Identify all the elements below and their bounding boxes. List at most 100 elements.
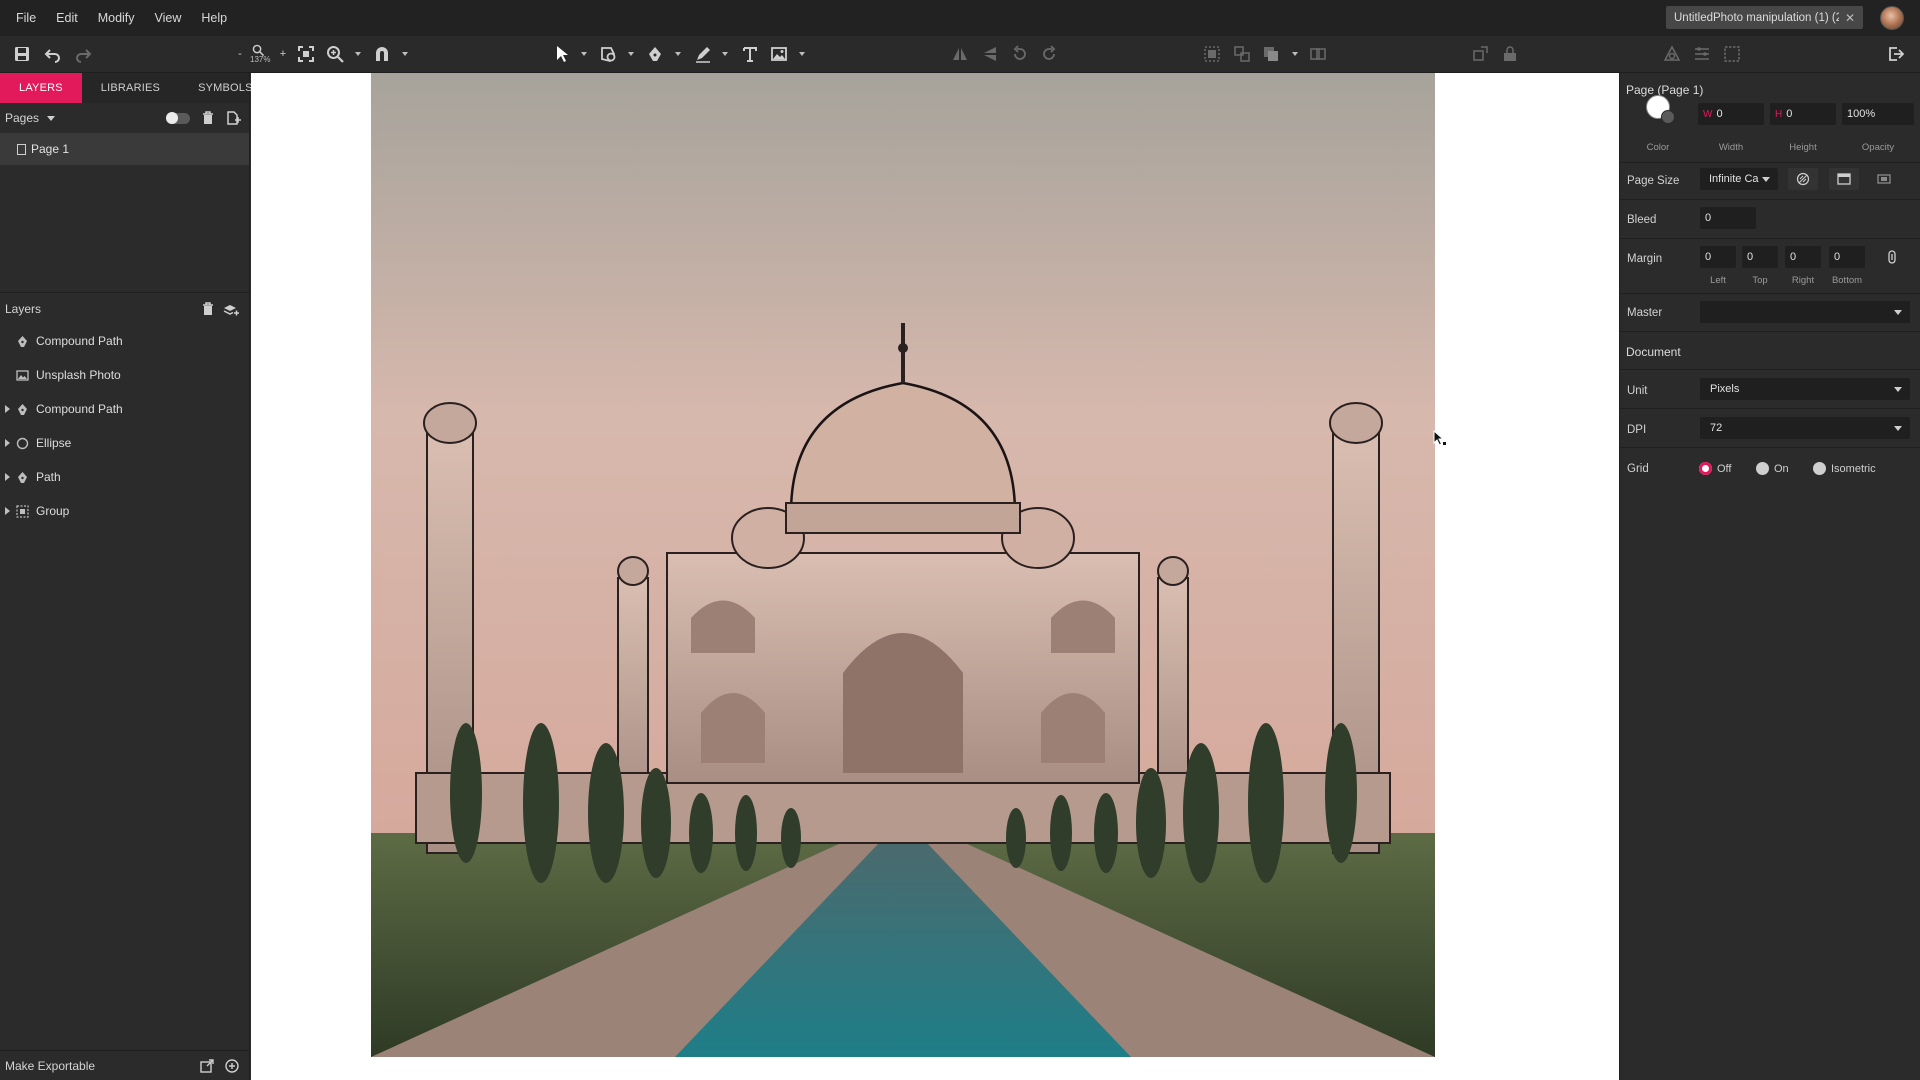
unit-select[interactable]: Pixels [1700,378,1910,400]
dpi-select[interactable]: 72 [1700,417,1910,439]
menu-view[interactable]: View [145,11,192,25]
toolbar: - + [0,36,1920,73]
pointer-tool-icon[interactable] [553,44,571,64]
redo-icon[interactable] [74,44,92,64]
opacity-field[interactable]: 100% [1842,103,1914,125]
page-icon [17,143,26,155]
layer-item-compound-path-group[interactable]: Compound Path [0,392,249,426]
pencil-tool-icon[interactable] [694,44,712,64]
group-objects-icon[interactable] [1203,44,1221,64]
make-exportable-label[interactable]: Make Exportable [5,1059,95,1073]
export-settings-icon[interactable] [199,1058,215,1074]
page-list-item[interactable]: Page 1 [0,133,249,165]
trash-icon[interactable] [200,110,216,126]
layer-item-ellipse[interactable]: Ellipse [0,426,249,460]
text-tool-icon[interactable] [741,44,759,64]
margin-top-field[interactable]: 0 [1742,246,1778,268]
rotate-left-icon[interactable] [1011,44,1029,64]
menu-file[interactable]: File [0,11,46,25]
unit-value: Pixels [1710,383,1740,395]
tab-layers[interactable]: LAYERS [0,73,82,103]
layer-item-compound-path[interactable]: Compound Path [0,324,249,358]
bleed-field[interactable]: 0 [1700,207,1756,229]
vector-effects-icon[interactable] [1663,44,1681,64]
snapping-dropdown-icon[interactable] [402,52,408,56]
canvas[interactable] [251,73,1619,1080]
portrait-button[interactable] [1829,168,1859,190]
grid-on-radio[interactable]: On [1756,462,1789,475]
boolean-icon[interactable] [1309,44,1327,64]
add-page-icon[interactable] [225,110,241,126]
grid-off-radio[interactable]: Off [1699,462,1731,475]
zoom-tool-icon[interactable] [326,44,344,64]
layout-icon[interactable] [1693,44,1711,64]
layer-item-path[interactable]: Path [0,460,249,494]
zoom-in-icon[interactable]: + [278,44,288,64]
layer-item-group[interactable]: Group [0,494,249,528]
document-tab[interactable]: UntitledPhoto manipulation (1) (2)* ✕ [1666,6,1863,29]
landscape-button[interactable] [1869,168,1899,190]
shape-tool-icon[interactable] [599,44,617,64]
master-select[interactable] [1700,301,1910,323]
pointer-dropdown-icon[interactable] [581,52,587,56]
chevron-down-icon [1894,426,1902,431]
taj-mahal-photo[interactable] [371,73,1435,1057]
add-export-icon[interactable] [224,1058,240,1074]
save-icon[interactable] [13,44,31,64]
arrange-icon[interactable] [1262,44,1280,64]
image-dropdown-icon[interactable] [799,52,805,56]
pen-dropdown-icon[interactable] [675,52,681,56]
flip-vertical-icon[interactable] [981,44,999,64]
arrange-dropdown-icon[interactable] [1292,52,1298,56]
margin-top-label: Top [1752,275,1768,286]
flip-horizontal-icon[interactable] [951,44,969,64]
height-field[interactable]: H 0 [1770,103,1836,125]
pages-dropdown-icon[interactable] [47,115,56,121]
color-picker-icon[interactable] [1661,110,1675,124]
expand-arrow-icon[interactable] [5,405,10,413]
margin-left-field[interactable]: 0 [1700,246,1736,268]
color-swatch[interactable] [1646,95,1675,124]
ungroup-objects-icon[interactable] [1233,44,1251,64]
margin-right-field[interactable]: 0 [1785,246,1821,268]
pages-header: Pages [0,103,249,133]
transform-icon[interactable] [1471,44,1489,64]
layer-item-unsplash-photo[interactable]: Unsplash Photo [0,358,249,392]
fit-screen-icon[interactable] [297,44,315,64]
expand-arrow-icon[interactable] [5,507,10,515]
no-fill-button[interactable] [1788,168,1818,190]
width-field[interactable]: W 0 [1698,103,1764,125]
image-tool-icon[interactable] [770,44,788,64]
grid-isometric-radio[interactable]: Isometric [1813,462,1876,475]
export-icon[interactable] [1887,44,1905,64]
margin-bottom-field[interactable]: 0 [1829,246,1865,268]
tab-libraries[interactable]: LIBRARIES [82,73,179,103]
magnet-icon[interactable] [373,44,391,64]
zoom-out-icon[interactable]: - [235,44,245,64]
image-icon [16,369,29,382]
close-tab-icon[interactable]: ✕ [1845,11,1855,25]
delete-layer-icon[interactable] [200,301,216,317]
shape-dropdown-icon[interactable] [628,52,634,56]
link-margins-button[interactable] [1880,246,1904,268]
lock-icon[interactable] [1501,44,1519,64]
pages-toggle[interactable] [166,112,190,124]
zoom-dropdown-icon[interactable] [355,52,361,56]
expand-arrow-icon[interactable] [5,439,10,447]
add-layer-icon[interactable] [223,301,239,317]
artboard-icon[interactable] [1723,44,1741,64]
undo-icon[interactable] [44,44,62,64]
expand-arrow-icon[interactable] [5,473,10,481]
pen-tool-icon[interactable] [646,44,664,64]
opacity-label: Opacity [1861,142,1895,153]
bleed-label: Bleed [1627,214,1657,226]
menu-edit[interactable]: Edit [46,11,88,25]
margin-label: Margin [1627,253,1663,265]
pages-label: Pages [5,111,40,125]
page-size-select[interactable]: Infinite Ca [1700,168,1778,190]
menu-modify[interactable]: Modify [88,11,145,25]
rotate-right-icon[interactable] [1040,44,1058,64]
avatar[interactable] [1880,6,1904,30]
menu-help[interactable]: Help [191,11,237,25]
pencil-dropdown-icon[interactable] [722,52,728,56]
